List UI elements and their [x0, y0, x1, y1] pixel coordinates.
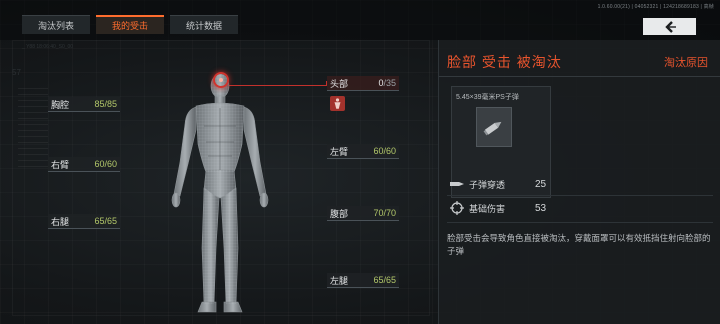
ammo-icon	[476, 107, 512, 147]
prop-base-damage: 基础伤害 53	[439, 198, 720, 218]
body-figure	[171, 73, 269, 313]
bullet-icon	[449, 176, 465, 192]
tab-statistics[interactable]: 统计数据	[170, 15, 238, 34]
divider	[439, 76, 720, 77]
tab-bar: 淘汰列表 我的受击 统计数据	[22, 15, 244, 34]
deco-lines	[18, 88, 48, 168]
version-text: 1.0.60.00(21) | 04052321 | 124218689183 …	[597, 4, 714, 10]
tab-elimination-list[interactable]: 淘汰列表	[22, 15, 90, 34]
ammo-name: 5.45×39毫米PS子弹	[456, 94, 519, 101]
stat-head[interactable]: 头部 0/35	[327, 76, 399, 91]
stat-left-arm[interactable]: 左臂 60/60	[327, 144, 399, 159]
back-button[interactable]	[643, 18, 696, 35]
stat-abdomen[interactable]: 腹部 70/70	[327, 206, 399, 221]
stat-chest[interactable]: 胸腔 85/85	[48, 97, 120, 112]
description-text: 脸部受击会导致角色直接被淘汰，穿戴面罩可以有效抵挡住射向脸部的子弹	[447, 233, 711, 256]
deco-caption: _ Y88 18:06:40_S0_00	[22, 44, 74, 50]
divider	[447, 195, 713, 196]
crosshair-icon	[449, 200, 465, 216]
hit-detail-panel: 脸部 受击 被淘汰 淘汰原因 5.45×39毫米PS子弹 子弹穿透 25 基础伤…	[438, 40, 720, 324]
divider	[447, 222, 713, 223]
tab-my-hits[interactable]: 我的受击	[96, 15, 164, 34]
chevron-left-icon	[664, 20, 676, 33]
stat-right-arm[interactable]: 右臂 60/60	[48, 157, 120, 172]
body-hit-icon	[330, 96, 345, 111]
stat-left-leg[interactable]: 左腿 65/65	[327, 273, 399, 288]
elimination-title: 脸部 受击 被淘汰	[447, 54, 562, 70]
prop-penetration: 子弹穿透 25	[439, 174, 720, 194]
deco-number: 57	[12, 68, 21, 77]
hit-marker-head	[213, 72, 229, 88]
elimination-cause-label: 淘汰原因	[664, 57, 708, 69]
head-callout-line	[229, 85, 327, 86]
stat-right-leg[interactable]: 右腿 65/65	[48, 214, 120, 229]
